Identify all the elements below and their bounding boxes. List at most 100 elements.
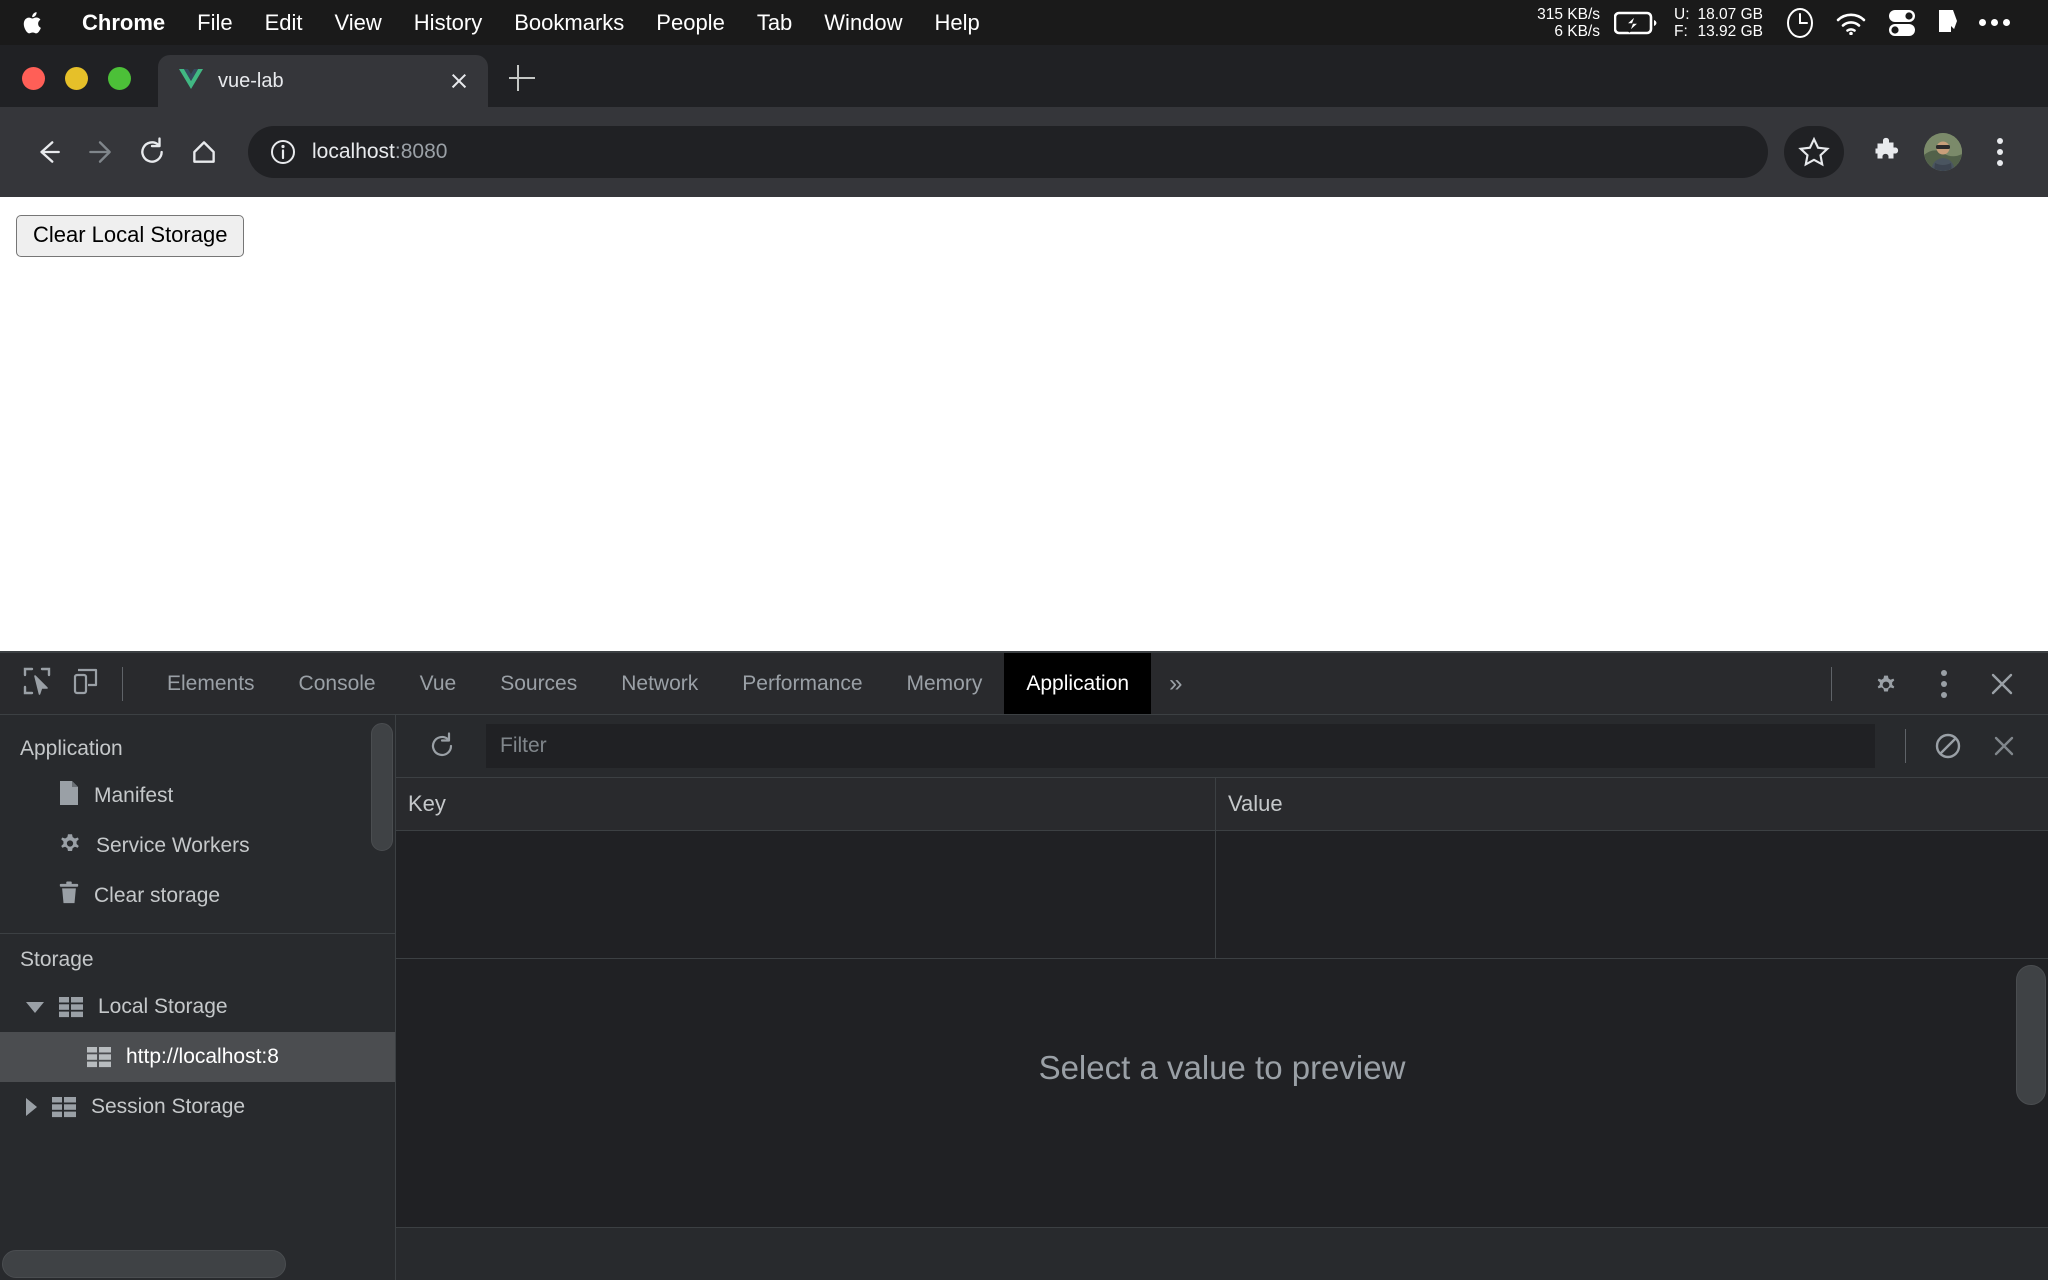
menu-help[interactable]: Help <box>919 11 996 34</box>
database-icon <box>58 996 84 1018</box>
preview-placeholder-text: Select a value to preview <box>1038 1049 1406 1086</box>
battery-charging-icon[interactable] <box>1613 10 1658 36</box>
sidebar-item-manifest[interactable]: Manifest <box>0 771 395 821</box>
tab-performance[interactable]: Performance <box>720 653 884 714</box>
ellipsis-dot <box>1991 19 1998 26</box>
tab-memory[interactable]: Memory <box>885 653 1005 714</box>
apple-logo-icon[interactable] <box>22 10 44 36</box>
info-circle-icon[interactable] <box>270 139 296 165</box>
gear-icon <box>58 831 82 861</box>
chevron-down-icon[interactable] <box>26 1001 44 1013</box>
memory-stats-indicator[interactable]: U: F: 18.07 GB 13.92 GB <box>1674 6 1763 40</box>
profile-avatar[interactable] <box>1924 133 1962 171</box>
sidebar-horizontal-scrollbar[interactable] <box>2 1250 286 1278</box>
devtools-more-options-button[interactable] <box>1918 658 1970 710</box>
tab-network[interactable]: Network <box>599 653 720 714</box>
memory-used-label: U: <box>1674 5 1690 23</box>
window-close-button[interactable] <box>22 67 45 90</box>
memory-free-value: 13.92 GB <box>1697 22 1764 40</box>
reload-button[interactable] <box>126 126 178 178</box>
chevron-double-right-icon[interactable]: » <box>1151 653 1200 714</box>
vue-logo-icon <box>178 68 204 94</box>
tab-close-icon[interactable] <box>444 66 474 96</box>
menu-edit[interactable]: Edit <box>249 11 319 34</box>
database-icon <box>86 1046 112 1068</box>
clear-local-storage-button[interactable]: Clear Local Storage <box>16 215 245 258</box>
menu-tab[interactable]: Tab <box>741 11 808 34</box>
control-center-icon[interactable] <box>1887 8 1917 38</box>
filter-input[interactable] <box>486 724 1875 768</box>
storage-toolbar-divider <box>1905 729 1906 763</box>
gear-icon[interactable] <box>1860 658 1912 710</box>
menu-history[interactable]: History <box>398 11 498 34</box>
bookmark-button[interactable] <box>1784 126 1844 178</box>
sidebar-item-service-workers[interactable]: Service Workers <box>0 821 395 871</box>
forward-button[interactable] <box>74 126 126 178</box>
tab-elements[interactable]: Elements <box>145 653 277 714</box>
menu-dot <box>1941 669 1947 676</box>
column-header-value[interactable]: Value <box>1216 778 2048 830</box>
sidebar-item-localhost-origin[interactable]: http://localhost:8 <box>0 1032 395 1082</box>
memory-free-label: F: <box>1674 22 1688 40</box>
menu-file[interactable]: File <box>181 11 248 34</box>
sidebar-item-session-storage[interactable]: Session Storage <box>0 1082 395 1132</box>
sidebar-item-local-storage[interactable]: Local Storage <box>0 982 395 1032</box>
tab-application[interactable]: Application <box>1004 653 1152 714</box>
wifi-icon[interactable] <box>1835 11 1867 35</box>
sidebar-item-clear-storage[interactable]: Clear storage <box>0 871 395 921</box>
network-download-speed: 315 KB/s <box>1537 5 1600 23</box>
devtools-panel: Elements Console Vue Sources Network Per… <box>0 651 2048 1280</box>
ellipsis-dot <box>1979 19 1986 26</box>
preview-footer <box>396 1228 2048 1280</box>
chevron-right-icon[interactable] <box>26 1098 37 1116</box>
clear-all-icon[interactable] <box>1922 720 1974 772</box>
preview-vertical-scrollbar[interactable] <box>2016 965 2046 1105</box>
browser-tab-vue-lab[interactable]: vue-lab <box>158 55 488 107</box>
clock-icon[interactable] <box>1785 7 1815 39</box>
tab-sources[interactable]: Sources <box>478 653 599 714</box>
new-tab-button[interactable] <box>505 61 539 95</box>
menu-dot <box>1997 149 2003 155</box>
back-button[interactable] <box>22 126 74 178</box>
sidebar-divider <box>0 933 395 934</box>
tab-console[interactable]: Console <box>277 653 398 714</box>
sidebar-vertical-scrollbar[interactable] <box>371 723 393 851</box>
application-sidebar: Application Manifest Service Workers Cle… <box>0 715 396 1280</box>
ellipsis-icon[interactable] <box>1979 19 2010 26</box>
address-bar[interactable]: localhost:8080 <box>248 126 1768 178</box>
menu-bookmarks[interactable]: Bookmarks <box>498 11 640 34</box>
extensions-button[interactable] <box>1860 126 1912 178</box>
window-maximize-button[interactable] <box>108 67 131 90</box>
inspect-element-icon[interactable] <box>22 666 52 701</box>
column-header-key[interactable]: Key <box>396 778 1216 830</box>
sidebar-item-label: Service Workers <box>96 834 250 857</box>
chrome-browser-window: vue-lab localhost:8080 <box>0 45 2048 197</box>
url-host: localhost <box>312 140 395 163</box>
menu-dot <box>1997 160 2003 166</box>
home-button[interactable] <box>178 126 230 178</box>
menu-chrome[interactable]: Chrome <box>66 11 181 34</box>
flag-icon[interactable] <box>1937 8 1959 38</box>
devtools-close-button[interactable] <box>1976 658 2028 710</box>
devtools-right-controls <box>1809 658 2048 710</box>
tab-vue[interactable]: Vue <box>398 653 479 714</box>
network-speed-indicator[interactable]: 315 KB/s 6 KB/s <box>1537 6 1600 40</box>
delete-selected-icon[interactable] <box>1978 720 2030 772</box>
menu-view[interactable]: View <box>319 11 398 34</box>
storage-toolbar <box>396 715 2048 777</box>
sidebar-item-label: Local Storage <box>98 995 228 1018</box>
chrome-menu-button[interactable] <box>1974 126 2026 178</box>
sidebar-item-label: Manifest <box>94 784 174 807</box>
menu-people[interactable]: People <box>640 11 741 34</box>
database-icon <box>51 1096 77 1118</box>
menu-window[interactable]: Window <box>808 11 918 34</box>
refresh-icon[interactable] <box>416 720 468 772</box>
window-minimize-button[interactable] <box>65 67 88 90</box>
devtools-tabs: Elements Console Vue Sources Network Per… <box>145 653 1200 714</box>
devtools-tool-icons <box>0 666 100 701</box>
storage-table-body-empty[interactable] <box>396 831 2048 959</box>
storage-table-value-column <box>1216 831 2048 958</box>
document-icon <box>58 780 80 812</box>
devtools-body: Application Manifest Service Workers Cle… <box>0 715 2048 1280</box>
device-toolbar-icon[interactable] <box>70 666 100 701</box>
